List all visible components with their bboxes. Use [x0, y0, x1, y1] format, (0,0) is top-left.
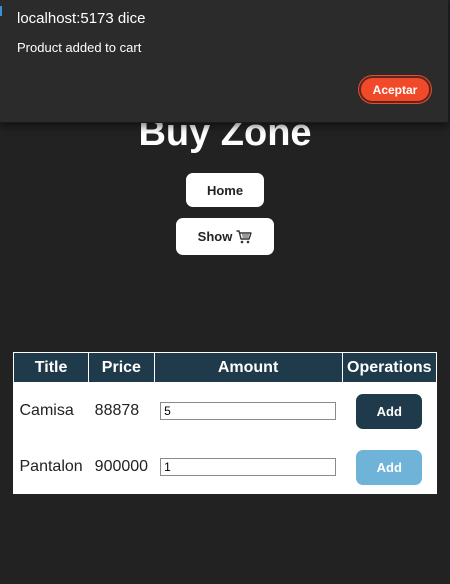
product-price: 88878 [94, 402, 140, 419]
table-row: Pantalon 900000 Add [14, 439, 437, 495]
header-title: Title [12, 352, 90, 383]
table-header-row: Title Price Amount Operations [12, 352, 438, 383]
amount-cell [154, 383, 342, 440]
amount-cell [154, 439, 342, 495]
product-price: 900000 [94, 458, 149, 475]
operations-cell: Add [342, 383, 436, 440]
add-button[interactable]: Add [356, 393, 423, 429]
product-title: Pantalon [19, 458, 83, 475]
dialog-origin-text: localhost:5173 dice [17, 10, 146, 27]
dialog-accept-button[interactable]: Aceptar [359, 76, 431, 103]
products-table: Title Price Amount Operations Camisa 888… [12, 352, 438, 495]
header-operations: Operations [341, 352, 438, 383]
show-button-label: Show [197, 229, 233, 244]
amount-input[interactable] [160, 458, 337, 476]
alert-dialog: localhost:5173 dice Product added to car… [0, 0, 448, 123]
header-price: Price [88, 352, 155, 383]
show-cart-button[interactable]: Show [176, 218, 274, 255]
home-button[interactable]: Home [186, 173, 264, 207]
header-amount: Amount [153, 352, 343, 383]
shopping-cart-icon [236, 229, 253, 243]
operations-cell: Add [342, 439, 436, 495]
left-edge-marker [0, 6, 2, 16]
table-row: Camisa 88878 Add [14, 383, 437, 440]
amount-input[interactable] [160, 402, 337, 420]
product-title: Camisa [19, 402, 74, 419]
home-button-label: Home [206, 182, 244, 198]
dialog-message: Product added to cart [17, 40, 142, 55]
add-button[interactable]: Add [356, 449, 423, 485]
